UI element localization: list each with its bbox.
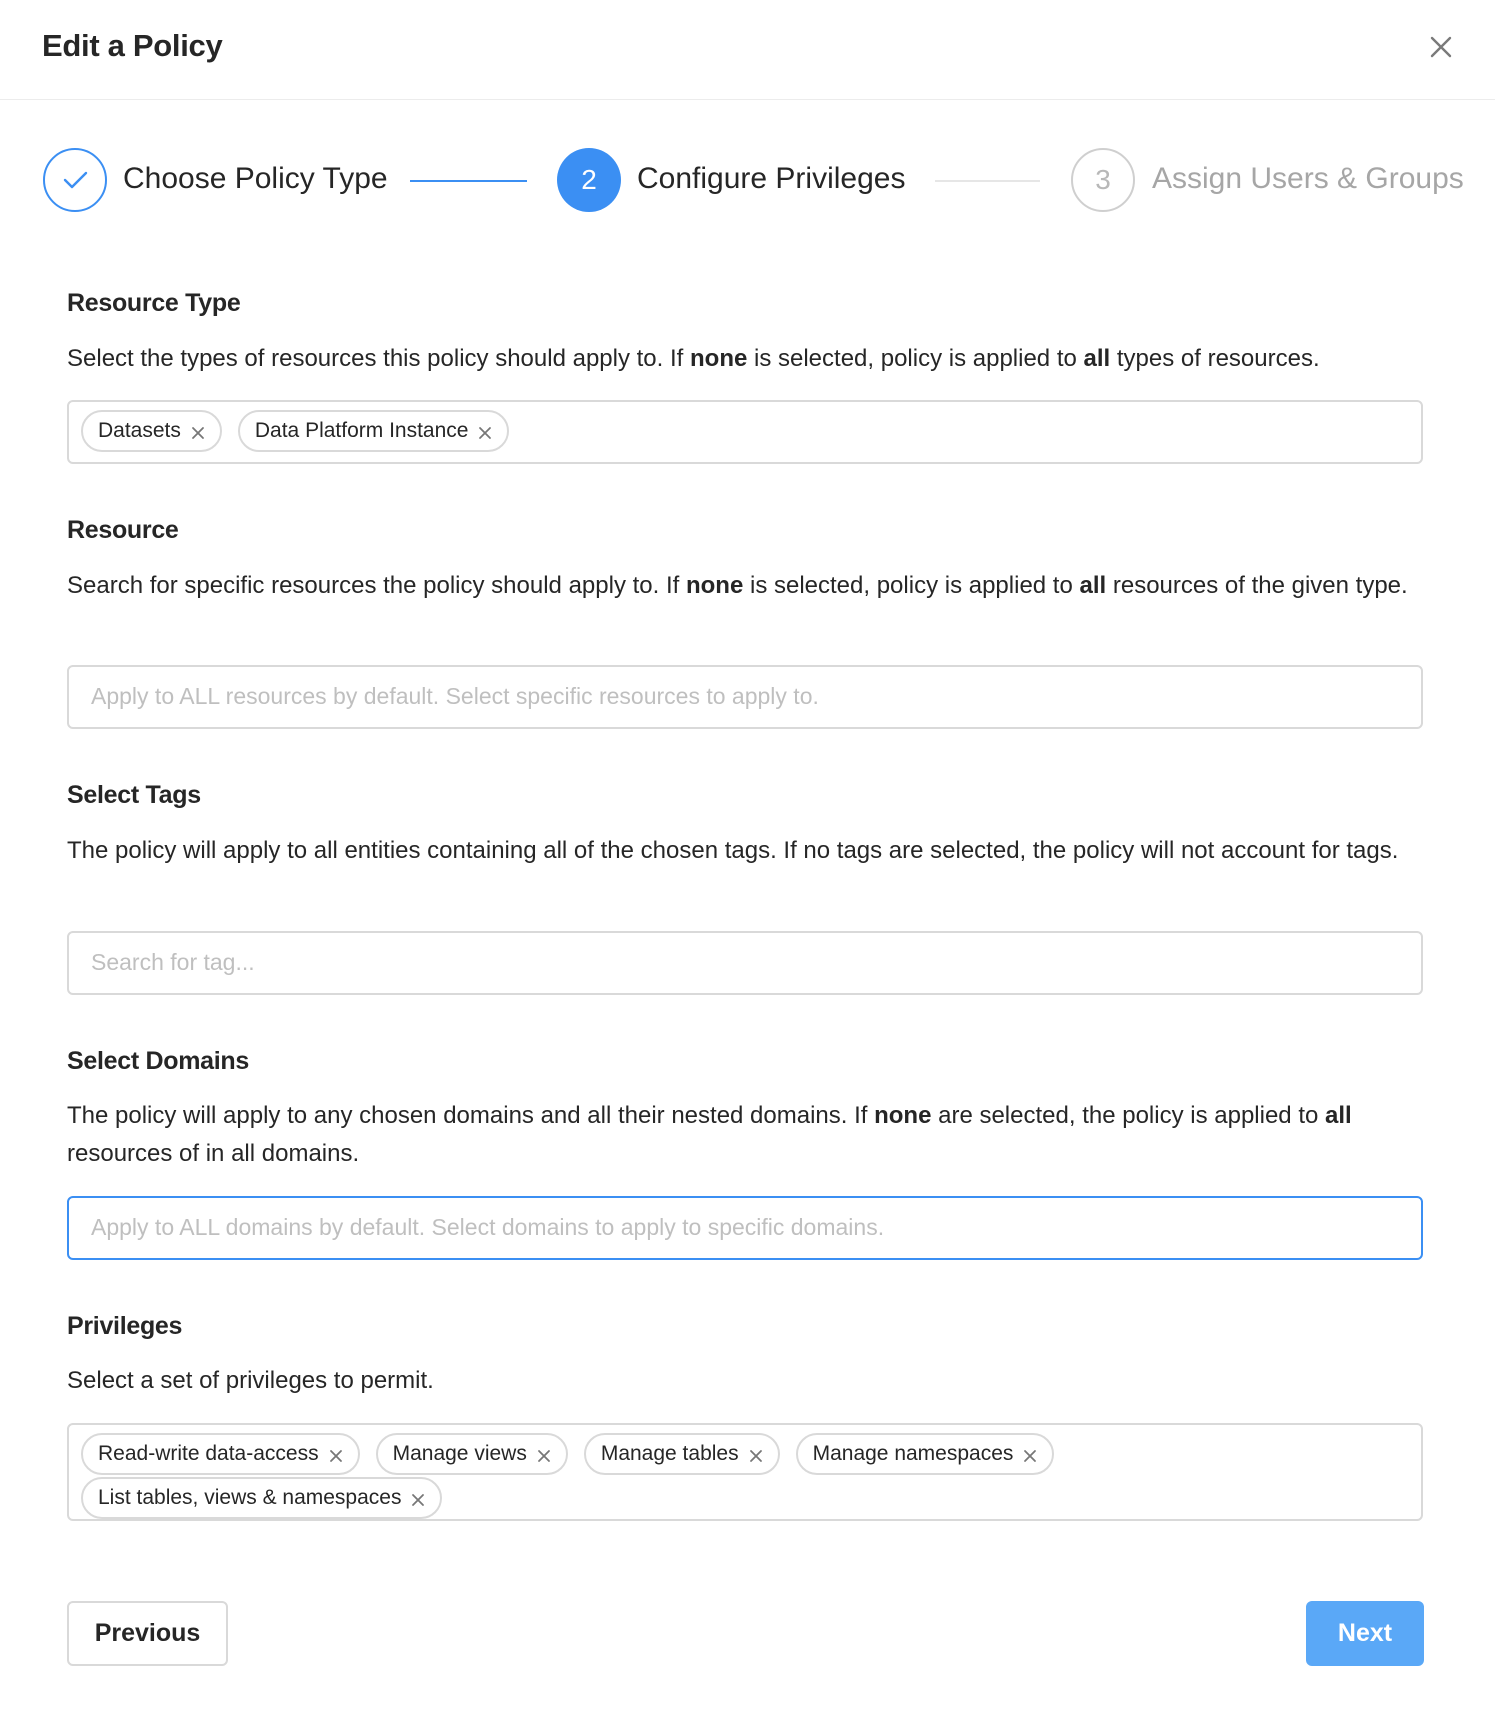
resource-placeholder: Apply to ALL resources by default. Selec…	[91, 683, 819, 709]
selected-tag: Manage views	[375, 1433, 568, 1475]
remove-tag-icon[interactable]	[410, 1490, 426, 1506]
select-tags-title: Select Tags	[67, 781, 201, 809]
select-tags-description: The policy will apply to all entities co…	[67, 837, 1399, 864]
modal-title: Edit a Policy	[42, 28, 223, 63]
remove-tag-icon[interactable]	[190, 423, 206, 439]
step-3-circle: 3	[1071, 148, 1135, 212]
selected-tag: Manage tables	[583, 1433, 780, 1475]
remove-tag-icon[interactable]	[328, 1446, 344, 1462]
step-2-label: Configure Privileges	[637, 162, 906, 195]
previous-button[interactable]: Previous	[67, 1601, 228, 1666]
tag-label: Manage views	[392, 1442, 527, 1465]
step-3-label: Assign Users & Groups	[1152, 162, 1464, 195]
resource-title: Resource	[67, 516, 179, 544]
tag-label: Manage tables	[600, 1442, 739, 1465]
stepper: Choose Policy Type 2 Configure Privilege…	[0, 148, 1495, 214]
step-2-circle: 2	[557, 148, 621, 212]
selected-tag: Read-write data-access	[81, 1433, 360, 1475]
next-button[interactable]: Next	[1306, 1601, 1424, 1666]
step-1-label: Choose Policy Type	[123, 162, 388, 195]
step-1-check-icon	[43, 148, 107, 212]
domain-search-input[interactable]: Apply to ALL domains by default. Select …	[67, 1196, 1423, 1260]
selected-tag: Data Platform Instance	[237, 410, 510, 452]
step-connector-2	[935, 180, 1040, 182]
resource-search-input[interactable]: Apply to ALL resources by default. Selec…	[67, 665, 1423, 729]
selected-tag: Datasets	[81, 410, 222, 452]
step-connector-1	[410, 180, 527, 182]
remove-tag-icon[interactable]	[536, 1446, 552, 1462]
select-domains-description: The policy will apply to any chosen doma…	[67, 1102, 1352, 1167]
privileges-tags: Read-write data-access Manage views Manage…	[81, 1433, 1409, 1521]
resource-type-tags: Datasets Data Platform Instance	[81, 410, 1409, 454]
remove-tag-icon[interactable]	[1022, 1446, 1038, 1462]
privileges-select[interactable]: Read-write data-access Manage views Manage…	[67, 1423, 1423, 1521]
resource-type-title: Resource Type	[67, 289, 241, 317]
remove-tag-icon[interactable]	[477, 423, 493, 439]
tag-label: Read-write data-access	[98, 1442, 319, 1465]
tag-label: List tables, views & namespaces	[98, 1486, 402, 1509]
tag-label: Manage namespaces	[812, 1442, 1014, 1465]
privileges-description: Select a set of privileges to permit.	[67, 1367, 434, 1394]
resource-description: Search for specific resources the policy…	[67, 572, 1408, 599]
resource-type-select[interactable]: Datasets Data Platform Instance	[67, 400, 1423, 464]
tag-label: Data Platform Instance	[254, 419, 469, 442]
selected-tag: Manage namespaces	[795, 1433, 1055, 1475]
modal-header: Edit a Policy	[0, 0, 1495, 100]
select-domains-title: Select Domains	[67, 1047, 249, 1075]
remove-tag-icon[interactable]	[748, 1446, 764, 1462]
edit-policy-modal: Edit a Policy Choose Policy Type 2 Confi…	[0, 0, 1495, 1710]
tag-search-placeholder: Search for tag...	[91, 949, 255, 975]
tag-search-input[interactable]: Search for tag...	[67, 931, 1423, 995]
domain-placeholder: Apply to ALL domains by default. Select …	[91, 1214, 885, 1240]
resource-type-description: Select the types of resources this polic…	[67, 345, 1320, 372]
selected-tag: List tables, views & namespaces	[81, 1477, 443, 1519]
close-icon[interactable]	[1424, 30, 1458, 64]
privileges-title: Privileges	[67, 1312, 183, 1340]
tag-label: Datasets	[98, 419, 181, 442]
